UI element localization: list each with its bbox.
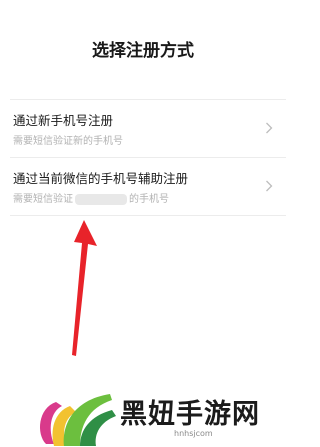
option-subtitle-prefix: 需要短信验证 [13,194,73,205]
site-watermark: 黑妞手游网 hnhsjcom [32,386,286,447]
option-title: 通过当前微信的手机号辅助注册 [13,171,189,186]
option-subtitle: 需要短信验证新的手机号 [13,136,123,147]
watermark-text: 黑妞手游网 [120,399,260,430]
chevron-right-icon [266,122,273,134]
page-title: 选择注册方式 [92,41,194,61]
chevron-right-icon [266,180,273,192]
blurred-phone-number [75,193,127,205]
option-subtitle-suffix: 的手机号 [129,194,169,205]
option-subtitle: 需要短信验证 的手机号 [13,190,169,205]
red-arrow-annotation [72,220,97,356]
site-logo [40,394,116,446]
option-new-phone[interactable]: 通过新手机号注册 需要短信验证新的手机号 [10,100,286,157]
registration-options-list: 通过新手机号注册 需要短信验证新的手机号 通过当前微信的手机号辅助注册 需要短信… [10,99,286,216]
divider [10,215,286,216]
watermark-url: hnhsjcom [174,429,213,438]
option-title: 通过新手机号注册 [13,113,114,128]
option-current-wechat-phone[interactable]: 通过当前微信的手机号辅助注册 需要短信验证 的手机号 [10,158,286,215]
